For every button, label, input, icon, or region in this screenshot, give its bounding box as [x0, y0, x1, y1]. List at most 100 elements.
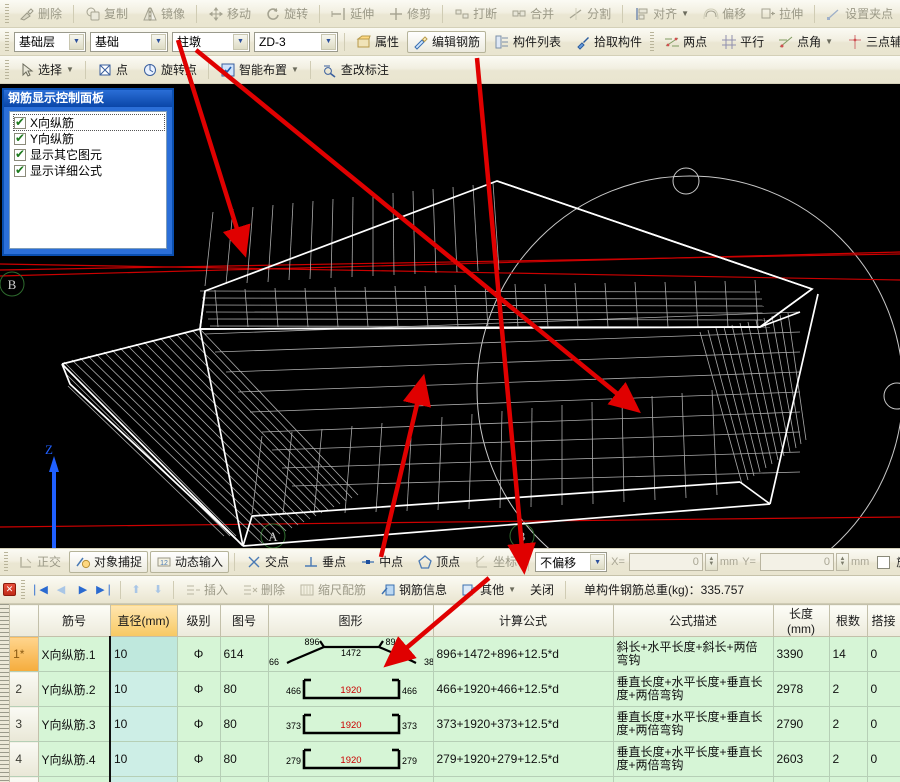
- scale-rebar-button[interactable]: 缩尺配筋: [293, 579, 372, 601]
- dynamic-input-toggle[interactable]: 12 动态输入: [150, 551, 229, 573]
- cell-lap[interactable]: 0: [867, 637, 900, 672]
- cell-shape[interactable]: 466 466 1920: [268, 672, 433, 707]
- edit-rebar-button[interactable]: 编辑钢筋: [407, 31, 486, 53]
- close-table-button[interactable]: 关闭: [524, 579, 560, 601]
- cell-num[interactable]: Y向纵筋.4: [38, 742, 110, 777]
- col-header-dia[interactable]: 直径(mm): [110, 605, 177, 637]
- col-header-pic-no[interactable]: 图号: [220, 605, 268, 637]
- point-tool-button[interactable]: 点: [91, 59, 134, 81]
- cell-length[interactable]: 3390: [773, 637, 829, 672]
- next-record-button[interactable]: ▶: [73, 580, 93, 600]
- first-record-button[interactable]: ❘◀: [29, 580, 49, 600]
- snap-midpoint-button[interactable]: 中点: [354, 551, 409, 573]
- table-row[interactable]: 3 Y向纵筋.3 10 Φ 80 373 373: [0, 707, 900, 742]
- chevron-down-icon[interactable]: ▼: [508, 586, 516, 594]
- rebar-display-control-panel[interactable]: 钢筋显示控制面板 X向纵筋 Y向纵筋 显示其它图元 显示详细公式: [2, 88, 174, 256]
- toolbar-button-break[interactable]: 打断: [448, 3, 503, 25]
- cell-desc[interactable]: 垂直长度+水平长度+垂直长度+两倍弯钩: [613, 707, 773, 742]
- move-up-button[interactable]: ⬆: [126, 580, 146, 600]
- cell-count[interactable]: 14: [829, 637, 867, 672]
- col-header-shape[interactable]: 图形: [268, 605, 433, 637]
- axis-three-point-button[interactable]: 三点辅轴 ▼: [841, 31, 900, 53]
- chevron-down-icon[interactable]: ▼: [69, 34, 84, 50]
- cell-length[interactable]: 2790: [773, 707, 829, 742]
- chevron-down-icon[interactable]: ▼: [590, 554, 605, 570]
- offset-mode-select[interactable]: 不偏移 ▼: [535, 552, 607, 572]
- cell-count[interactable]: 2: [829, 672, 867, 707]
- close-pane-icon[interactable]: ✕: [3, 583, 16, 596]
- cell-formula[interactable]: 279+1920+279+12.5*d: [433, 742, 613, 777]
- chevron-down-icon[interactable]: ▼: [321, 34, 336, 50]
- chevron-down-icon[interactable]: ▼: [681, 10, 689, 18]
- cell-desc[interactable]: 斜长+水平长度+斜长+两倍弯钩: [613, 637, 773, 672]
- x-spinner[interactable]: ▲▼: [705, 553, 718, 571]
- toolbar-button-stretch[interactable]: 拉伸: [754, 3, 809, 25]
- statusbar-grip[interactable]: [4, 552, 8, 572]
- toolbar-button-delete[interactable]: 删除: [13, 3, 68, 25]
- properties-button[interactable]: 属性: [350, 31, 405, 53]
- toolbar-button-offset[interactable]: 偏移: [697, 3, 752, 25]
- other-menu-button[interactable]: 其他 ▼: [455, 579, 522, 601]
- toolbar-button-copy[interactable]: 复制: [79, 3, 134, 25]
- col-header-lap[interactable]: 搭接: [867, 605, 900, 637]
- col-header-grade[interactable]: 级别: [177, 605, 220, 637]
- table-row[interactable]: 5 Y向纵筋.5 10 Φ 80 185 185: [0, 777, 900, 782]
- pick-component-button[interactable]: 拾取构件: [569, 31, 648, 53]
- cell-desc[interactable]: 垂直长度+水平长度+垂直长度+两倍弯钩: [613, 672, 773, 707]
- floor-select[interactable]: 基础层 ▼: [14, 32, 86, 52]
- rebar-info-button[interactable]: 钢筋信息: [374, 579, 453, 601]
- toolbar-button-split[interactable]: 分割: [562, 3, 617, 25]
- cell-pic-no[interactable]: 80: [220, 777, 268, 782]
- table-toolbar-grip[interactable]: [21, 580, 25, 600]
- toolbar-button-rotate[interactable]: 旋转: [259, 3, 314, 25]
- chevron-down-icon[interactable]: ▼: [825, 38, 833, 46]
- cell-shape[interactable]: 373 373 1920: [268, 707, 433, 742]
- x-coordinate-input[interactable]: 0: [629, 553, 703, 571]
- rebar-grid[interactable]: 筋号 直径(mm) 级别 图号 图形 计算公式 公式描述 长度(mm) 根数 搭…: [0, 604, 900, 782]
- cell-length[interactable]: 2603: [773, 742, 829, 777]
- cell-dia[interactable]: 10: [110, 777, 177, 782]
- cell-pic-no[interactable]: 80: [220, 707, 268, 742]
- cell-pic-no[interactable]: 614: [220, 637, 268, 672]
- checkbox-row-y-rebar[interactable]: Y向纵筋: [14, 131, 164, 146]
- category-select[interactable]: 基础 ▼: [90, 32, 168, 52]
- rotate-point-tool-button[interactable]: 旋转点: [136, 59, 203, 81]
- cell-num[interactable]: Y向纵筋.5: [38, 777, 110, 782]
- toolbar-button-mirror[interactable]: 镜像: [136, 3, 191, 25]
- cell-formula[interactable]: 373+1920+373+12.5*d: [433, 707, 613, 742]
- axis-two-point-button[interactable]: 两点: [658, 31, 713, 53]
- cell-grade[interactable]: Φ: [177, 707, 220, 742]
- y-spinner[interactable]: ▲▼: [836, 553, 849, 571]
- cell-grade[interactable]: Φ: [177, 637, 220, 672]
- col-header-num[interactable]: 筋号: [38, 605, 110, 637]
- toolbar-button-merge[interactable]: 合并: [505, 3, 560, 25]
- table-row[interactable]: 1* X向纵筋.1 10 Φ 614 38.66 38.66: [0, 637, 900, 672]
- cell-num[interactable]: X向纵筋.1: [38, 637, 110, 672]
- col-header-desc[interactable]: 公式描述: [613, 605, 773, 637]
- toolbar-button-align[interactable]: 对齐 ▼: [628, 3, 695, 25]
- last-record-button[interactable]: ▶❘: [95, 580, 115, 600]
- cell-formula[interactable]: 896+1472+896+12.5*d: [433, 637, 613, 672]
- toolbar-button-extend[interactable]: 延伸: [325, 3, 380, 25]
- chevron-down-icon[interactable]: ▼: [291, 66, 299, 74]
- cell-pic-no[interactable]: 80: [220, 672, 268, 707]
- insert-row-button[interactable]: 插入: [179, 579, 234, 601]
- checkbox-show-other-elements[interactable]: [14, 149, 26, 161]
- chevron-down-icon[interactable]: ▼: [233, 34, 248, 50]
- cell-lap[interactable]: 0: [867, 707, 900, 742]
- move-down-button[interactable]: ⬇: [148, 580, 168, 600]
- cell-dia[interactable]: 10: [110, 742, 177, 777]
- rotate-checkbox[interactable]: [877, 556, 890, 569]
- chevron-down-icon[interactable]: ▼: [151, 34, 166, 50]
- cell-shape[interactable]: 185 185: [268, 777, 433, 782]
- cell-count[interactable]: 2: [829, 742, 867, 777]
- col-header-count[interactable]: 根数: [829, 605, 867, 637]
- toolbar-button-set-grip[interactable]: 设置夹点: [820, 3, 899, 25]
- snap-perpendicular-button[interactable]: 垂点: [297, 551, 352, 573]
- cell-grade[interactable]: Φ: [177, 742, 220, 777]
- cell-grade[interactable]: Φ: [177, 777, 220, 782]
- cell-shape[interactable]: 38.66 38.66 1472 896 896: [268, 637, 433, 672]
- checkbox-show-detailed-formula[interactable]: [14, 165, 26, 177]
- chevron-down-icon[interactable]: ▼: [66, 66, 74, 74]
- axis-point-angle-button[interactable]: 点角 ▼: [772, 31, 839, 53]
